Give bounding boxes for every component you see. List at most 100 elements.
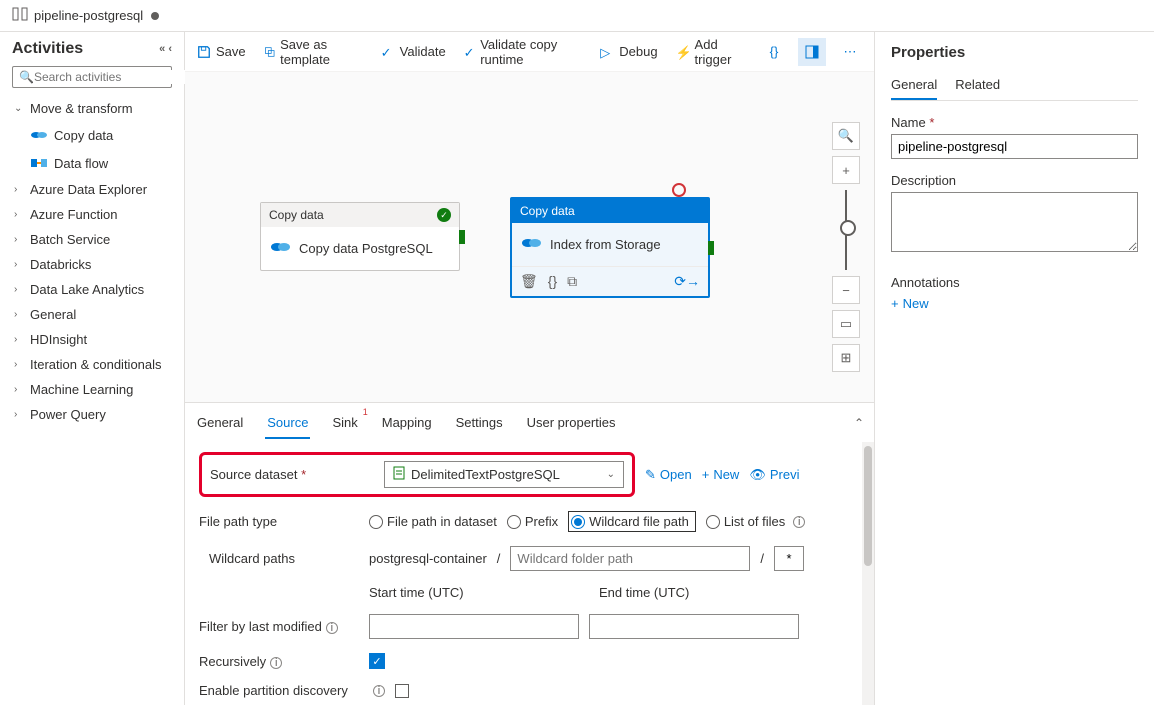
file-path-type-label: File path type [199,514,359,529]
end-time-input[interactable] [589,614,799,639]
save-template-button[interactable]: Save as template [262,33,365,71]
group-3[interactable]: ›Databricks [12,252,172,277]
search-input[interactable] [34,70,189,84]
partition-checkbox[interactable] [395,684,409,698]
group-8[interactable]: ›Machine Learning [12,377,172,402]
recursively-checkbox[interactable]: ✓ [369,653,385,669]
wildcard-file-input[interactable] [774,546,804,571]
source-dataset-select[interactable]: DelimitedTextPostgreSQL ⌄ [384,461,624,488]
collapse-sidebar-icon[interactable]: « ‹ [159,43,172,55]
status-success-icon: ✓ [437,208,451,222]
chevron-down-icon: ⌄ [14,103,24,114]
fpt-wildcard[interactable]: Wildcard file path [571,514,689,529]
add-annotation-button[interactable]: +New [891,296,1138,311]
canvas-node-index-storage[interactable]: Copy data Index from Storage 🗑 {} ⧉ ⟳→ [510,197,710,298]
group-move-transform[interactable]: ⌄ Move & transform [12,96,172,121]
pipeline-name-input[interactable] [891,134,1138,159]
group-9[interactable]: ›Power Query [12,402,172,427]
properties-title: Properties [891,44,1138,61]
start-time-input[interactable] [369,614,579,639]
preview-icon: 👁 [749,467,766,483]
collapse-panel-button[interactable]: ⌃ [854,416,864,430]
wildcard-paths-label: Wildcard paths [199,551,359,566]
activities-title: Activities [12,40,83,58]
chevron-right-icon: › [14,259,24,270]
check-icon: ✓ [381,45,395,59]
group-7[interactable]: ›Iteration & conditionals [12,352,172,377]
fpt-list[interactable]: List of filesi [706,514,805,529]
end-time-label: End time (UTC) [599,585,689,600]
run-icon[interactable]: ⟳→ [674,273,700,290]
copy-data-icon [30,126,48,144]
chevron-right-icon: › [14,334,24,345]
save-button[interactable]: Save [195,40,248,63]
debug-button[interactable]: ▷Debug [598,40,659,63]
properties-panel: Properties General Related Name * Descri… [874,32,1154,705]
code-icon[interactable]: {} [548,273,557,290]
output-port[interactable] [459,230,465,244]
tab-user-properties[interactable]: User properties [525,407,618,438]
description-label: Description [891,173,1138,188]
source-form: Source dataset * DelimitedTextPostgreSQL… [185,442,874,705]
props-tab-general[interactable]: General [891,71,937,100]
info-icon[interactable]: i [793,516,805,528]
unsaved-indicator [151,12,159,20]
output-port[interactable] [708,241,714,255]
search-icon: 🔍 [19,70,34,84]
group-1[interactable]: ›Azure Function [12,202,172,227]
pipeline-tab[interactable]: pipeline-postgresql [0,0,1154,32]
fpt-prefix[interactable]: Prefix [507,514,558,529]
activity-data-flow[interactable]: Data flow [12,149,172,177]
activity-copy-data[interactable]: Copy data [12,121,172,149]
code-view-button[interactable]: {} [760,38,788,66]
annotations-label: Annotations [891,275,1138,290]
pipeline-icon [12,7,28,24]
info-icon[interactable]: i [373,685,385,697]
dataset-icon [393,466,405,483]
chevron-right-icon: › [14,284,24,295]
open-dataset-button[interactable]: ✎Open [645,467,692,483]
info-icon[interactable]: i [326,622,338,634]
description-input[interactable] [891,192,1138,252]
check-icon: ✓ [464,45,476,59]
group-0[interactable]: ›Azure Data Explorer [12,177,172,202]
copy-icon[interactable]: ⧉ [567,273,577,290]
zoom-out-button[interactable]: − [832,276,860,304]
activities-sidebar: Activities « ‹ 🔍 ⌄ Move & transform Copy… [0,32,185,705]
info-icon[interactable]: i [270,657,282,669]
tab-general[interactable]: General [195,407,245,438]
form-scrollbar[interactable] [862,442,874,705]
tab-sink[interactable]: Sink [330,407,359,438]
group-5[interactable]: ›General [12,302,172,327]
zoom-in-button[interactable]: + [832,156,860,184]
partition-label: Enable partition discovery [199,683,359,698]
search-canvas-button[interactable]: 🔍 [832,122,860,150]
group-4[interactable]: ›Data Lake Analytics [12,277,172,302]
validate-button[interactable]: ✓Validate [379,40,448,63]
group-6[interactable]: ›HDInsight [12,327,172,352]
fpt-dataset[interactable]: File path in dataset [369,514,497,529]
tab-mapping[interactable]: Mapping [380,407,434,438]
tab-source[interactable]: Source [265,407,310,438]
delete-icon[interactable]: 🗑 [520,273,538,290]
canvas-node-copy-postgresql[interactable]: Copy data✓ Copy data PostgreSQL [260,202,460,271]
wildcard-folder-input[interactable] [510,546,750,571]
props-tab-related[interactable]: Related [955,71,1000,100]
group-2[interactable]: ›Batch Service [12,227,172,252]
canvas-controls: 🔍 + − ▭ ⊞ [832,122,860,372]
pipeline-canvas[interactable]: Copy data✓ Copy data PostgreSQL Copy dat… [185,72,874,402]
fit-button[interactable]: ▭ [832,310,860,338]
preview-button[interactable]: 👁Previ [749,467,799,483]
validate-copy-button[interactable]: ✓Validate copy runtime [462,33,585,71]
database-icon [520,233,542,256]
edit-icon: ✎ [645,467,656,483]
tab-settings[interactable]: Settings [454,407,505,438]
search-activities[interactable]: 🔍 [12,66,172,88]
add-trigger-button[interactable]: ⚡Add trigger [674,33,746,71]
zoom-slider[interactable] [845,190,847,270]
more-button[interactable]: ⋯ [836,38,864,66]
new-dataset-button[interactable]: +New [702,467,740,482]
layout-button[interactable]: ⊞ [832,344,860,372]
chevron-right-icon: › [14,234,24,245]
properties-toggle-button[interactable] [798,38,826,66]
